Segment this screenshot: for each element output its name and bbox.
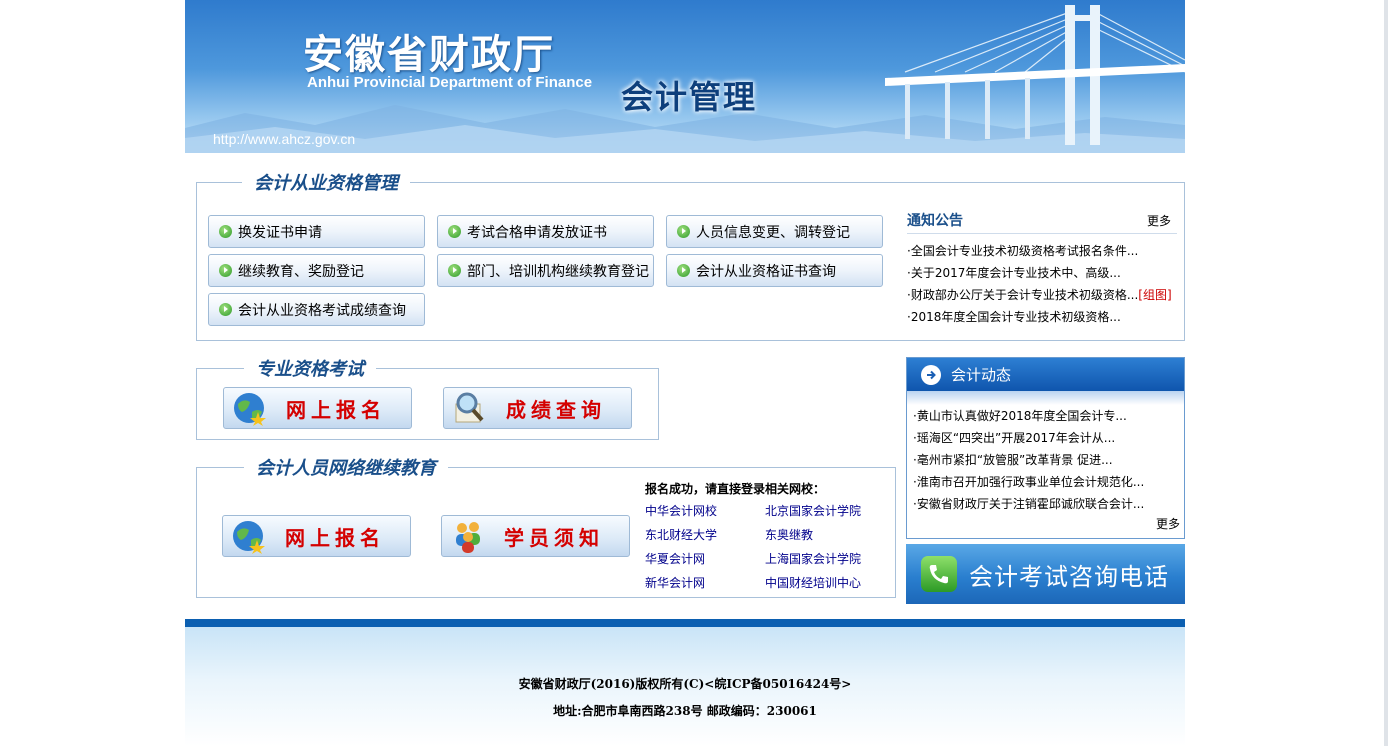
banner: 安徽省财政厅 Anhui Provincial Department of Fi… xyxy=(185,0,1185,153)
footer-bar xyxy=(185,619,1185,627)
globe-icon xyxy=(233,521,265,554)
exam-score-button[interactable]: 成绩查询 xyxy=(443,387,632,429)
exam-score-query-button[interactable]: 会计从业资格考试成绩查询 xyxy=(208,293,425,326)
footer-address: 地址:合肥市阜南西路238号 邮政编码：230061 xyxy=(553,704,817,718)
green-arrow-icon xyxy=(219,225,232,238)
school-links-title: 报名成功，请直接登录相关网校： xyxy=(645,482,826,496)
education-legend: 会计人员网络继续教育 xyxy=(244,454,448,480)
green-arrow-icon xyxy=(219,303,232,316)
institution-education-button[interactable]: 部门、培训机构继续教育登记 xyxy=(437,254,654,287)
notice-title: 通知公告 xyxy=(907,213,963,229)
dynamics-item[interactable]: ·淮南市召开加强行政事业单位会计规范化... xyxy=(913,471,1184,493)
green-arrow-icon xyxy=(677,264,690,277)
button-label: 继续教育、奖励登记 xyxy=(238,263,364,280)
exam-score-label: 成绩查询 xyxy=(506,397,606,422)
green-arrow-icon xyxy=(219,264,232,277)
notice-header: 通知公告 更多 xyxy=(907,207,1177,234)
notice-item[interactable]: ·全国会计专业技术初级资格考试报名条件... xyxy=(907,240,1177,262)
education-award-button[interactable]: 继续教育、奖励登记 xyxy=(208,254,425,287)
dynamics-panel: 会计动态 ·黄山市认真做好2018年度全国会计专... ·瑶海区“四突出”开展2… xyxy=(906,357,1185,539)
dynamics-more-link[interactable]: 更多 xyxy=(1156,515,1180,532)
footer-copyright: 安徽省财政厅(2016)版权所有(C)<皖ICP备05016424号> xyxy=(518,677,852,691)
dynamics-item[interactable]: ·安徽省财政厅关于注销霍邱诚欣联合会计... xyxy=(913,493,1184,515)
exam-register-label: 网上报名 xyxy=(286,397,386,422)
bridge-graphic xyxy=(885,5,1185,145)
button-label: 人员信息变更、调转登记 xyxy=(696,224,850,241)
hotline-text: 会计考试咨询电话 xyxy=(969,562,1169,591)
button-label: 部门、培训机构继续教育登记 xyxy=(467,263,649,280)
button-label: 会计从业资格考试成绩查询 xyxy=(238,302,406,319)
school-link[interactable]: 东奥继教 xyxy=(765,526,885,544)
qualification-legend: 会计从业资格管理 xyxy=(242,169,410,195)
banner-url: http://www.ahcz.gov.cn xyxy=(213,131,356,147)
exam-register-button[interactable]: 网上报名 xyxy=(223,387,412,429)
school-link[interactable]: 北京国家会计学院 xyxy=(765,502,885,520)
school-link[interactable]: 中国财经培训中心 xyxy=(765,574,885,592)
dynamics-list: ·黄山市认真做好2018年度全国会计专... ·瑶海区“四突出”开展2017年会… xyxy=(907,405,1184,515)
notice-item[interactable]: ·财政部办公厅关于会计专业技术初级资格...[组图] xyxy=(907,284,1177,306)
issue-certificate-button[interactable]: 考试合格申请发放证书 xyxy=(437,215,654,248)
dynamics-item[interactable]: ·亳州市紧扣“放管服”改革背景 促进... xyxy=(913,449,1184,471)
exam-legend: 专业资格考试 xyxy=(244,355,376,381)
school-link[interactable]: 华夏会计网 xyxy=(645,550,765,568)
school-link[interactable]: 新华会计网 xyxy=(645,574,765,592)
phone-icon xyxy=(921,556,957,592)
renew-certificate-button[interactable]: 换发证书申请 xyxy=(208,215,425,248)
certificate-query-button[interactable]: 会计从业资格证书查询 xyxy=(666,254,883,287)
arrow-right-icon xyxy=(921,364,941,385)
education-register-label: 网上报名 xyxy=(285,525,385,550)
school-link[interactable]: 中华会计网校 xyxy=(645,502,765,520)
education-register-button[interactable]: 网上报名 xyxy=(222,515,411,557)
banner-title-en: Anhui Provincial Department of Finance xyxy=(307,74,593,91)
dynamics-item[interactable]: ·黄山市认真做好2018年度全国会计专... xyxy=(913,405,1184,427)
button-label: 会计从业资格证书查询 xyxy=(696,263,836,280)
green-arrow-icon xyxy=(677,225,690,238)
footer: 安徽省财政厅(2016)版权所有(C)<皖ICP备05016424号> 地址:合… xyxy=(185,627,1185,746)
dynamics-band xyxy=(907,391,1184,405)
green-arrow-icon xyxy=(448,225,461,238)
notice-panel: 通知公告 更多 ·全国会计专业技术初级资格考试报名条件... ·关于2017年度… xyxy=(907,207,1177,328)
notice-item[interactable]: ·2018年度全国会计专业技术初级资格... xyxy=(907,306,1177,328)
student-notice-label: 学员须知 xyxy=(504,525,604,550)
scrollbar[interactable] xyxy=(1384,0,1388,746)
student-notice-button[interactable]: 学员须知 xyxy=(441,515,630,557)
notice-item-text: ·财政部办公厅关于会计专业技术初级资格... xyxy=(907,288,1139,302)
users-icon xyxy=(456,522,480,553)
green-arrow-icon xyxy=(448,264,461,277)
page: 安徽省财政厅 Anhui Provincial Department of Fi… xyxy=(0,0,1388,746)
globe-icon xyxy=(234,393,266,426)
button-label: 考试合格申请发放证书 xyxy=(467,224,607,241)
dynamics-header: 会计动态 xyxy=(907,358,1184,391)
exam-hotline-banner[interactable]: 会计考试咨询电话 xyxy=(906,544,1185,604)
info-change-button[interactable]: 人员信息变更、调转登记 xyxy=(666,215,883,248)
notice-more-link[interactable]: 更多 xyxy=(1147,212,1171,229)
dynamics-title: 会计动态 xyxy=(951,366,1012,384)
photo-tag: [组图] xyxy=(1138,288,1172,302)
magnifier-icon xyxy=(455,392,484,423)
school-link[interactable]: 上海国家会计学院 xyxy=(765,550,885,568)
school-link[interactable]: 东北财经大学 xyxy=(645,526,765,544)
school-links: 中华会计网校 北京国家会计学院 东北财经大学 东奥继教 华夏会计网 上海国家会计… xyxy=(645,502,885,592)
notice-item[interactable]: ·关于2017年度会计专业技术中、高级... xyxy=(907,262,1177,284)
dynamics-item[interactable]: ·瑶海区“四突出”开展2017年会计从... xyxy=(913,427,1184,449)
banner-subtitle: 会计管理 xyxy=(621,78,758,116)
notice-list: ·全国会计专业技术初级资格考试报名条件... ·关于2017年度会计专业技术中、… xyxy=(907,240,1177,328)
banner-title-cn: 安徽省财政厅 xyxy=(303,31,555,78)
button-label: 换发证书申请 xyxy=(238,224,322,241)
